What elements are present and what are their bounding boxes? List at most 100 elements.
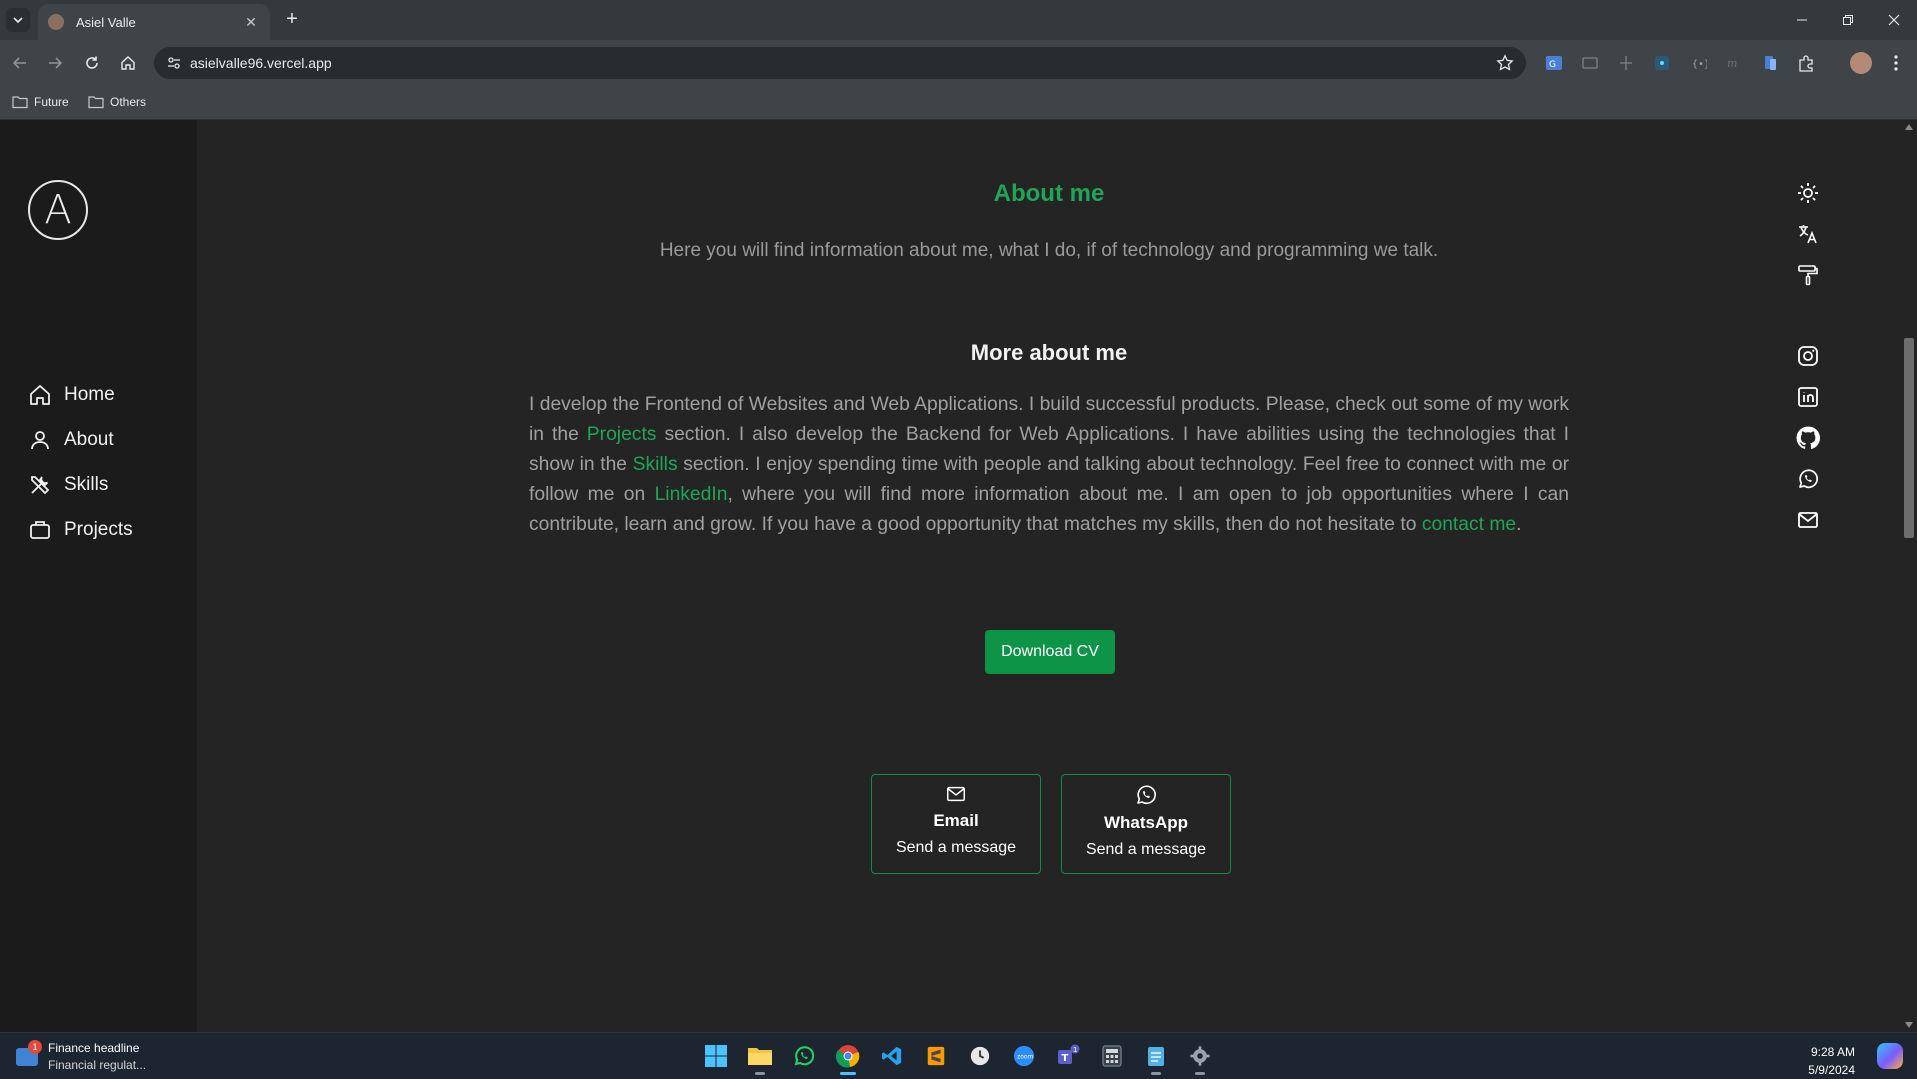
- home-icon: [30, 384, 50, 405]
- running-indicator: [755, 1072, 765, 1075]
- scrollbar-thumb[interactable]: [1904, 338, 1914, 538]
- extension-icon[interactable]: m: [1724, 53, 1744, 73]
- github-icon: [1796, 426, 1821, 449]
- page-scrollbar[interactable]: [1901, 120, 1917, 1032]
- nav-item-home[interactable]: Home: [28, 372, 133, 417]
- bookmark-star-icon[interactable]: [1496, 54, 1514, 72]
- vscode-app[interactable]: [877, 1041, 907, 1071]
- extension-icon[interactable]: [1760, 53, 1780, 73]
- svg-text:{•}: {•}: [1692, 59, 1707, 70]
- projects-link[interactable]: Projects: [587, 424, 657, 445]
- extension-icon[interactable]: [1616, 53, 1636, 73]
- settings-app[interactable]: [1185, 1041, 1215, 1075]
- user-icon: [31, 430, 49, 449]
- whatsapp-icon: [794, 1046, 815, 1066]
- chevron-down-icon: [13, 17, 23, 24]
- tab-title: Asiel Valle: [76, 14, 136, 30]
- theme-toggle-button[interactable]: [1795, 180, 1821, 206]
- system-clock[interactable]: 9:28 AM 5/9/2024: [1808, 1043, 1855, 1079]
- nav-label: About: [64, 428, 114, 450]
- whatsapp-social-link[interactable]: [1795, 466, 1821, 492]
- home-button[interactable]: [116, 51, 140, 75]
- windows-start-icon: [705, 1045, 727, 1067]
- browser-menu-icon[interactable]: [1886, 53, 1906, 73]
- download-cv-button[interactable]: Download CV: [985, 630, 1115, 674]
- vscode-icon: [881, 1046, 902, 1066]
- card-subtitle: Send a message: [895, 839, 1017, 856]
- forward-button[interactable]: [43, 51, 67, 75]
- notepad-icon: [1148, 1047, 1164, 1066]
- briefcase-icon: [30, 520, 50, 539]
- instagram-link[interactable]: [1795, 343, 1821, 369]
- calculator-app[interactable]: [1097, 1041, 1127, 1071]
- scroll-up-arrow[interactable]: [1905, 124, 1913, 130]
- news-subtitle: Financial regulat...: [48, 1058, 147, 1072]
- email-contact-card[interactable]: Email Send a message: [871, 774, 1041, 874]
- extensions-puzzle-icon[interactable]: [1796, 53, 1816, 73]
- profile-avatar[interactable]: [1850, 52, 1872, 74]
- minimize-button[interactable]: [1782, 8, 1822, 32]
- start-button[interactable]: [701, 1041, 731, 1071]
- tab-search-button[interactable]: [6, 8, 30, 32]
- clock-icon: [970, 1046, 990, 1066]
- language-button[interactable]: [1795, 221, 1821, 247]
- home-icon: [121, 56, 135, 70]
- close-window-button[interactable]: [1874, 8, 1914, 32]
- whatsapp-app[interactable]: [789, 1041, 819, 1071]
- back-button[interactable]: [8, 51, 32, 75]
- reload-button[interactable]: [80, 51, 104, 75]
- bookmark-folder-others[interactable]: Others: [88, 95, 146, 109]
- extension-icon[interactable]: [1580, 53, 1600, 73]
- scroll-down-arrow[interactable]: [1905, 1022, 1913, 1028]
- browser-tab[interactable]: Asiel Valle ✕: [38, 4, 270, 40]
- nav-item-projects[interactable]: Projects: [28, 507, 133, 552]
- teams-app[interactable]: T1: [1053, 1041, 1083, 1071]
- whatsapp-contact-card[interactable]: WhatsApp Send a message: [1061, 774, 1231, 874]
- extension-icon[interactable]: {•}: [1688, 53, 1708, 73]
- site-logo[interactable]: A: [28, 180, 88, 240]
- zoom-app[interactable]: zoom: [1009, 1041, 1039, 1071]
- close-tab-icon[interactable]: ✕: [242, 14, 260, 31]
- sublime-text-app[interactable]: [921, 1041, 951, 1071]
- whatsapp-icon: [1799, 469, 1818, 489]
- file-explorer-app[interactable]: [745, 1041, 775, 1075]
- clock-date: 5/9/2024: [1808, 1063, 1855, 1077]
- running-indicator: [1151, 1072, 1161, 1075]
- contact-link[interactable]: contact me: [1422, 514, 1516, 535]
- page-title: About me: [993, 180, 1105, 207]
- news-widget[interactable]: 1 Finance headline Financial regulat...: [16, 1039, 147, 1072]
- react-devtools-icon[interactable]: [1652, 53, 1672, 73]
- address-bar[interactable]: asielvalle96.vercel.app: [154, 47, 1526, 79]
- active-indicator: [840, 1072, 856, 1075]
- nav-item-skills[interactable]: Skills: [28, 462, 133, 507]
- copilot-icon[interactable]: [1877, 1043, 1903, 1069]
- github-link[interactable]: [1795, 425, 1821, 451]
- new-tab-button[interactable]: +: [280, 8, 304, 32]
- nav-item-about[interactable]: About: [28, 417, 133, 462]
- nav-label: Home: [64, 383, 115, 405]
- clock-app[interactable]: [965, 1041, 995, 1071]
- folder-icon: [748, 1048, 772, 1065]
- linkedin-link[interactable]: LinkedIn: [655, 484, 728, 505]
- restore-button[interactable]: [1828, 8, 1868, 32]
- skills-link[interactable]: Skills: [633, 454, 678, 475]
- restore-icon: [1843, 15, 1853, 25]
- whatsapp-icon: [1137, 785, 1156, 805]
- bookmark-folder-future[interactable]: Future: [12, 95, 69, 109]
- nav-label: Skills: [64, 473, 109, 495]
- right-icon-rail: [1795, 180, 1821, 533]
- sidebar-nav: Home About Skills Projects: [28, 372, 133, 552]
- linkedin-social-link[interactable]: [1795, 384, 1821, 410]
- minimize-icon: [1797, 19, 1807, 21]
- sun-icon: [1798, 183, 1818, 203]
- calculator-icon: [1102, 1045, 1122, 1067]
- color-theme-button[interactable]: [1795, 262, 1821, 288]
- notepad-app[interactable]: [1141, 1041, 1171, 1075]
- email-social-link[interactable]: [1795, 507, 1821, 533]
- paragraph-text: .: [1516, 514, 1522, 535]
- main-content: About me Here you will find information …: [197, 120, 1901, 1032]
- site-settings-icon[interactable]: [166, 55, 182, 71]
- chrome-app[interactable]: [833, 1041, 863, 1075]
- folder-icon: [12, 96, 28, 109]
- translate-extension-icon[interactable]: G: [1544, 53, 1564, 73]
